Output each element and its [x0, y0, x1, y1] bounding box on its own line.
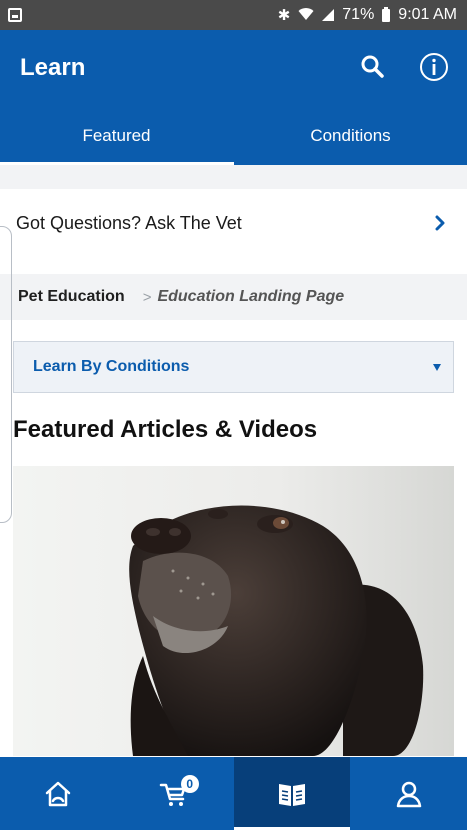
breadcrumb: Pet Education > Education Landing Page [0, 274, 467, 320]
featured-section-title: Featured Articles & Videos [13, 416, 318, 443]
learn-by-conditions-dropdown[interactable]: Learn By Conditions [13, 341, 454, 393]
cart-count-badge: 0 [180, 775, 199, 793]
profile-icon [396, 781, 421, 807]
page-title: Learn [20, 54, 86, 81]
status-left [8, 8, 22, 22]
book-icon [278, 783, 305, 806]
bluetooth-icon: ✱ [277, 6, 291, 24]
tab-featured-label: Featured [82, 126, 151, 145]
tab-conditions-label: Conditions [310, 126, 391, 145]
app-header: Learn Featured Conditions [0, 30, 467, 165]
dog-photo [13, 466, 454, 756]
notification-icon [8, 8, 22, 22]
status-right: ✱ 71% 9:01 AM [278, 6, 457, 24]
breadcrumb-current-page: Education Landing Page [157, 288, 345, 305]
top-spacer [0, 165, 467, 189]
status-bar: ✱ 71% 9:01 AM [0, 0, 467, 30]
bottom-navigation: 0 [0, 757, 467, 830]
nav-profile[interactable] [350, 757, 467, 830]
dropdown-selected-value: Learn By Conditions [33, 358, 190, 375]
ask-the-vet-label: Got Questions? Ask The Vet [16, 212, 242, 233]
status-time: 9:01 AM [398, 6, 457, 23]
info-icon [420, 53, 448, 81]
breadcrumb-pet-education[interactable]: Pet Education [18, 288, 125, 306]
caret-down-icon [433, 363, 441, 371]
ask-the-vet-row[interactable]: Got Questions? Ask The Vet [0, 189, 467, 257]
battery-icon [382, 6, 391, 22]
home-icon [46, 781, 71, 806]
wifi-icon [298, 7, 314, 24]
signal-icon [322, 9, 335, 21]
chevron-right-icon [435, 215, 445, 231]
search-icon [361, 55, 384, 78]
nav-learn[interactable] [233, 757, 351, 830]
search-button[interactable] [358, 52, 388, 82]
battery-percent: 71% [342, 6, 375, 23]
breadcrumb-separator: > [142, 288, 152, 306]
side-drawer-handle[interactable] [0, 226, 12, 523]
info-button[interactable] [419, 52, 449, 82]
tab-conditions[interactable]: Conditions [234, 122, 467, 165]
featured-article-image[interactable] [13, 466, 454, 756]
tab-featured[interactable]: Featured [0, 122, 234, 165]
nav-home[interactable] [0, 757, 117, 830]
nav-cart[interactable]: 0 [117, 757, 234, 830]
